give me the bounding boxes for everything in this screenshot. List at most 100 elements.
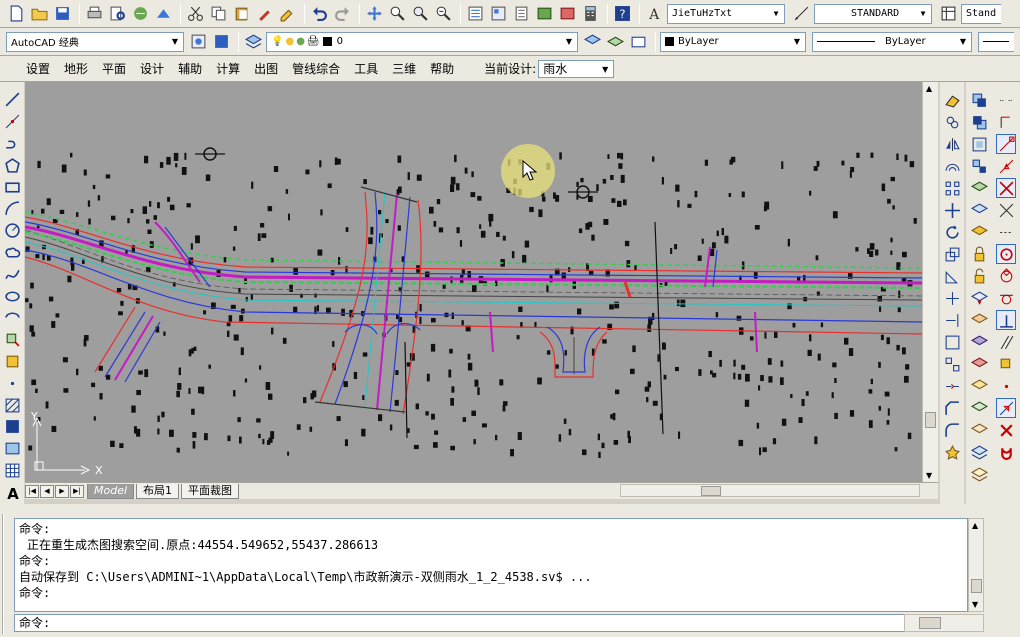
copy-icon[interactable] [208, 3, 229, 24]
arc-icon[interactable] [2, 199, 22, 219]
snap-apparent-intersection-icon[interactable] [996, 200, 1016, 220]
scroll-up-icon[interactable]: ▲ [972, 521, 978, 530]
tab-last-icon[interactable]: ▶| [70, 484, 84, 498]
copy-object-icon[interactable] [942, 112, 962, 132]
snap-center-icon[interactable] [996, 244, 1016, 264]
layer-previous-icon[interactable] [605, 31, 626, 52]
snap-none-icon[interactable] [996, 420, 1016, 440]
make-block-icon[interactable] [2, 352, 22, 372]
layer-copy-icon[interactable] [969, 398, 989, 418]
circle-icon[interactable] [2, 221, 22, 241]
layer-merge-icon[interactable] [969, 332, 989, 352]
spline-icon[interactable] [2, 264, 22, 284]
cut-icon[interactable] [185, 3, 206, 24]
layer-unlock-icon[interactable] [969, 266, 989, 286]
save-icon[interactable] [52, 3, 73, 24]
zoom-realtime-icon[interactable] [387, 3, 408, 24]
snap-node-icon[interactable] [996, 376, 1016, 396]
tool-palettes-icon[interactable] [511, 3, 532, 24]
table-style-dropdown[interactable]: Stand [961, 3, 1001, 24]
plot-icon[interactable] [153, 3, 174, 24]
dim-style-dropdown[interactable]: STANDARD ▼ [814, 3, 932, 24]
print-preview-icon[interactable] [107, 3, 128, 24]
markup-icon[interactable] [557, 3, 578, 24]
block-editor-icon[interactable] [277, 3, 298, 24]
polyline-icon[interactable] [2, 134, 22, 154]
layer-states-manager-icon[interactable] [969, 464, 989, 484]
color-dropdown[interactable]: ByLayer ▼ [660, 31, 806, 52]
join-icon[interactable] [942, 376, 962, 396]
workspace-dropdown[interactable]: AutoCAD 经典 ▼ [6, 31, 184, 52]
extend-icon[interactable] [942, 310, 962, 330]
polygon-icon[interactable] [2, 155, 22, 175]
print-icon[interactable] [84, 3, 105, 24]
workspace-settings-icon[interactable] [188, 31, 209, 52]
snap-insert-icon[interactable] [996, 354, 1016, 374]
design-center-icon[interactable] [488, 3, 509, 24]
tab-layout1[interactable]: 布局1 [136, 483, 180, 499]
layer-manager-icon[interactable] [243, 31, 264, 52]
layer-dropdown[interactable]: 💡 ● ● 🖨 0 ▼ [266, 31, 578, 52]
layer-lock-icon[interactable] [969, 244, 989, 264]
snap-midpoint-icon[interactable] [996, 156, 1016, 176]
snap-parallel-icon[interactable] [996, 332, 1016, 352]
linetype-dropdown[interactable]: ByLayer ▼ [812, 31, 972, 52]
snap-nearest-icon[interactable] [996, 398, 1016, 418]
revision-cloud-icon[interactable] [2, 243, 22, 263]
menu-calculate[interactable]: 计算 [216, 60, 240, 77]
break-icon[interactable] [942, 354, 962, 374]
sheet-set-icon[interactable] [534, 3, 555, 24]
help-icon[interactable]: ? [612, 3, 633, 24]
trim-icon[interactable] [942, 288, 962, 308]
explode-icon[interactable] [942, 442, 962, 462]
rotate-icon[interactable] [942, 222, 962, 242]
draw-order-back-icon[interactable] [969, 112, 989, 132]
menu-pipeline[interactable]: 管线综合 [292, 60, 340, 77]
snap-from-icon[interactable] [996, 112, 1016, 132]
menu-3d[interactable]: 三维 [392, 60, 416, 77]
fillet-icon[interactable] [942, 420, 962, 440]
region-icon[interactable] [2, 439, 22, 459]
workspace-save-icon[interactable] [211, 31, 232, 52]
scroll-thumb[interactable] [919, 617, 941, 629]
gradient-icon[interactable] [2, 417, 22, 437]
scroll-thumb[interactable] [701, 486, 721, 496]
scroll-down-icon[interactable]: ▼ [972, 600, 978, 609]
scroll-thumb[interactable] [971, 579, 982, 593]
stretch-icon[interactable] [942, 266, 962, 286]
dim-style-icon[interactable] [791, 3, 812, 24]
text-style-icon[interactable]: A [644, 3, 665, 24]
menu-settings[interactable]: 设置 [26, 60, 50, 77]
line-icon[interactable] [2, 90, 22, 110]
snap-settings-icon[interactable] [996, 442, 1016, 462]
rectangle-icon[interactable] [2, 177, 22, 197]
table-icon[interactable] [2, 461, 22, 481]
table-style-icon[interactable] [938, 3, 959, 24]
layer-states-icon[interactable] [628, 31, 649, 52]
draw-order-front-icon[interactable] [969, 90, 989, 110]
mirror-icon[interactable] [942, 134, 962, 154]
break-at-point-icon[interactable] [942, 332, 962, 352]
zoom-previous-icon[interactable] [433, 3, 454, 24]
multiline-text-icon[interactable]: A [2, 482, 22, 502]
tab-prev-icon[interactable]: ◀ [40, 484, 54, 498]
pan-icon[interactable] [364, 3, 385, 24]
tab-model[interactable]: Model [87, 483, 135, 499]
match-properties-icon[interactable] [254, 3, 275, 24]
snap-endpoint-icon[interactable] [996, 134, 1016, 154]
move-icon[interactable] [942, 200, 962, 220]
redo-icon[interactable] [332, 3, 353, 24]
command-input[interactable]: 命令: [14, 614, 968, 632]
layer-change-icon[interactable] [969, 420, 989, 440]
open-folder-icon[interactable] [29, 3, 50, 24]
ellipse-icon[interactable] [2, 286, 22, 306]
tab-plan-crop[interactable]: 平面裁图 [181, 483, 240, 499]
command-horizontal-scrollbar[interactable] [904, 614, 984, 632]
menu-design[interactable]: 设计 [140, 60, 164, 77]
temporary-track-icon[interactable] [996, 90, 1016, 110]
layer-delete-icon[interactable] [969, 354, 989, 374]
calculator-icon[interactable] [580, 3, 601, 24]
canvas-vertical-scrollbar[interactable]: ▲ ▼ [922, 82, 938, 482]
layer-list-icon[interactable] [969, 442, 989, 462]
construction-line-icon[interactable] [2, 112, 22, 132]
